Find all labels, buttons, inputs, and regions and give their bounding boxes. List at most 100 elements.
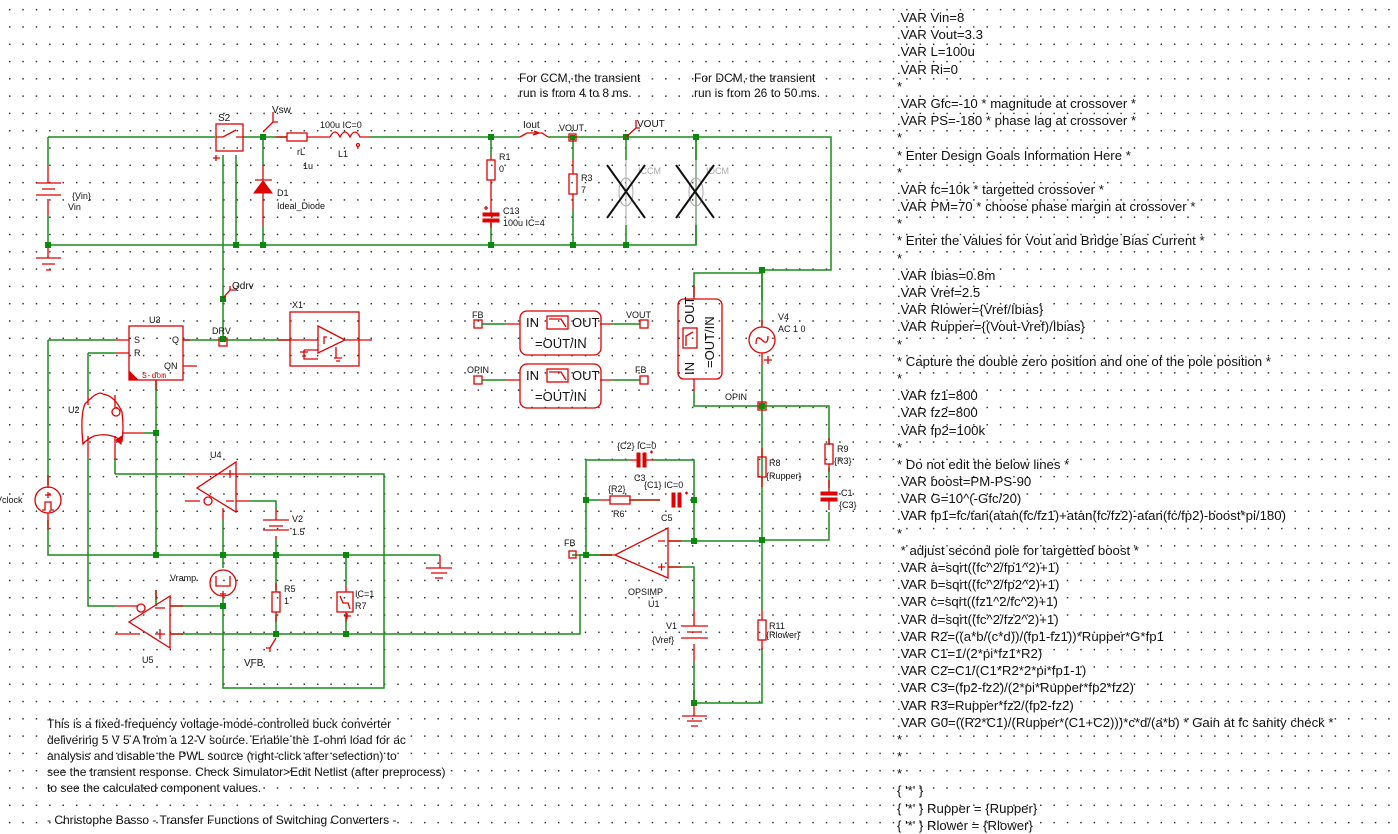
svg-text:S: S xyxy=(134,335,140,345)
netlist-directives[interactable]: .VAR Vin=8 .VAR Vout=3.3 .VAR L=100u .VAR R… xyxy=(897,9,1334,834)
vin-battery[interactable]: {Vin} Vin xyxy=(36,165,91,216)
netlist-line: .VAR C3=(fp2-fz2)/(2*pi*Rupper*fp2*fz2) xyxy=(897,680,1134,696)
junction-dots xyxy=(45,134,765,302)
netlist-line: .VAR b=sqrt((fc^2/fp2^2)+1) xyxy=(897,577,1060,593)
svg-text:V2: V2 xyxy=(292,514,303,524)
netlist-line: * xyxy=(897,749,903,765)
netlist-line: * xyxy=(897,336,903,352)
svg-text:{C2} IC=0: {C2} IC=0 xyxy=(617,441,656,451)
netlist-line: .VAR fz1=800 xyxy=(897,388,978,404)
ground-icon xyxy=(36,248,61,271)
resistor-r1[interactable]: R1 0 xyxy=(486,152,511,205)
resistor-r3[interactable]: R3 7 xyxy=(568,160,593,210)
vsw-net-label: Vsw xyxy=(262,105,292,133)
vout-probe[interactable]: VOUT xyxy=(559,123,585,142)
bode-probe-2[interactable]: IN OUT =OUT/IN OPIN FB xyxy=(467,363,649,409)
svg-text:R5: R5 xyxy=(284,584,296,594)
netlist-line: * xyxy=(897,250,903,266)
svg-text:Q: Q xyxy=(172,335,179,345)
netlist-line: { '*' } Rlower = {Rlower} xyxy=(897,817,1033,833)
svg-text:V1: V1 xyxy=(666,621,677,631)
netlist-line: .VAR Vref=2.5 xyxy=(897,285,981,300)
battery-v2[interactable]: V2 1.5 xyxy=(263,510,305,540)
netlist-line: .VAR C1=1/(2*pi*fz1*R2) xyxy=(897,645,1043,661)
comparator-u5[interactable]: U5 xyxy=(115,590,183,665)
svg-text:{C3}: {C3} xyxy=(839,500,857,510)
svg-text:U2: U2 xyxy=(68,405,80,415)
resistor-r8[interactable]: R8 {Rupper} xyxy=(757,448,802,487)
svg-text:U1: U1 xyxy=(648,599,660,609)
clock-source-vclock[interactable]: Vclock xyxy=(0,475,62,530)
vout-net-label: VOUT xyxy=(625,119,665,138)
netlist-line: * xyxy=(897,766,903,782)
netlist-line: .VAR fp1=fc/tan(atan(fc/fz1)+atan(fc/fz2… xyxy=(897,508,1286,524)
netlist-line: .VAR Rlower={Vref/Ibias} xyxy=(897,302,1044,318)
current-source-iccm-disabled[interactable]: ICCM xyxy=(606,160,661,225)
capacitor-c1[interactable]: C1 {C3} xyxy=(820,480,857,510)
driver-x1[interactable]: X1 xyxy=(278,300,372,367)
battery-v1[interactable]: V1 {Vref} xyxy=(652,610,708,703)
netlist-line: .VAR R3=Rupper*fz2/(fp2-fz2) xyxy=(897,697,1074,713)
ccm-note: For CCM, the transient run is from 4 to … xyxy=(519,71,641,100)
svg-text:100u IC=4: 100u IC=4 xyxy=(503,218,545,228)
svg-text:IN: IN xyxy=(526,315,539,330)
opin-node[interactable]: OPIN xyxy=(725,365,830,540)
svg-text:L1: L1 xyxy=(338,149,348,159)
svg-text:1.5: 1.5 xyxy=(292,527,305,537)
svg-text:OUT: OUT xyxy=(682,297,697,325)
flipflop-u3[interactable]: U3 S R Q QN S-dom xyxy=(115,315,197,390)
netlist-line: * Capture the double zero position and o… xyxy=(897,353,1271,369)
netlist-line: * Enter the Values for Vout and Bridge B… xyxy=(897,233,1205,249)
svg-text:1u: 1u xyxy=(303,161,313,171)
netlist-line: .VAR c=sqrt((fz1^2/fc^2)+1) xyxy=(897,594,1058,610)
netlist-line: .VAR boost=PM-PS-90 xyxy=(897,474,1032,490)
svg-text:OPSIMP: OPSIMP xyxy=(628,587,663,597)
netlist-line: .VAR Vout=3.3 xyxy=(897,27,983,43)
gate-u2[interactable]: U2 xyxy=(68,392,143,460)
diode-d1[interactable]: D1 Ideal_Diode xyxy=(253,165,325,225)
capacitor-c3[interactable]: {C2} IC=0 C3 xyxy=(617,441,656,483)
svg-text:IC=1: IC=1 xyxy=(355,589,374,599)
svg-text:U4: U4 xyxy=(210,450,222,460)
capacitor-c13[interactable]: C13 100u IC=4 xyxy=(482,205,545,228)
netlist-line: .VAR G=10^(-Gfc/20) xyxy=(897,491,1022,507)
current-source-idcm-disabled[interactable]: IDCM xyxy=(675,160,729,225)
netlist-line: * xyxy=(897,731,903,747)
bode-probe-1[interactable]: IN OUT =OUT/IN FB VOUT xyxy=(472,310,652,356)
svg-text:VOUT: VOUT xyxy=(559,123,585,133)
drv-probe[interactable]: DRV xyxy=(212,326,231,347)
netlist-line: { '*' } Rupper = {Rupper} xyxy=(897,800,1038,816)
iout-probe[interactable]: Iout xyxy=(519,120,549,138)
netlist-line: * xyxy=(897,370,903,386)
resistor-r11[interactable]: R11 {Rlower} xyxy=(757,610,800,650)
netlist-line: .VAR d=sqrt((fc^2/fz2^2)+1) xyxy=(897,611,1059,627)
compensator-junctions xyxy=(583,497,765,706)
netlist-line: .VAR Ri=0 xyxy=(897,61,958,77)
netlist-line: .VAR G0=((R2*C1)/(Rupper*(C1+C2)))*c*d/(… xyxy=(897,714,1334,730)
comparator-u4[interactable]: U4 xyxy=(185,450,250,520)
opamp-u1[interactable]: OPSIMP U1 xyxy=(600,526,681,609)
switch-s2[interactable]: S2 xyxy=(213,113,244,161)
svg-text:U3: U3 xyxy=(149,315,161,325)
svg-text:U5: U5 xyxy=(142,655,154,665)
resistor-r5[interactable]: R5 1 xyxy=(271,583,296,622)
resistor-r9[interactable]: R9 {R3} xyxy=(824,438,852,472)
netlist-line: .VAR PM=70 * choose phase margin at cros… xyxy=(897,199,1196,215)
ramp-source-vramp[interactable]: Vramp xyxy=(170,569,237,597)
s2-label: S2 xyxy=(218,113,231,124)
netlist-line: .VAR R2=((a*b/(c*d))/(fp1-fz1))*Rupper*G… xyxy=(897,628,1164,644)
description-note: This is a fixed-frequency voltage-mode-c… xyxy=(47,717,446,827)
inductor-l1[interactable]: 100u IC=0 L1 xyxy=(320,120,370,159)
resistor-rl[interactable]: rL 1u xyxy=(276,132,330,171)
svg-text:C1: C1 xyxy=(841,488,853,498)
element-r7[interactable]: IC=1 R7 xyxy=(336,585,374,622)
qdrv-net-label: Qdrv xyxy=(222,281,254,299)
capacitor-c5[interactable]: {C1} IC=0 C5 xyxy=(644,480,688,523)
svg-text:Qdrv: Qdrv xyxy=(232,281,254,292)
netlist-line: .VAR fc=10k * targetted crossover * xyxy=(897,181,1104,197)
netlist-line: * xyxy=(897,216,903,232)
svg-text:{Rupper}: {Rupper} xyxy=(766,471,802,481)
ac-source-v4[interactable]: V4 AC 1 0 xyxy=(748,273,806,365)
svg-text:FB: FB xyxy=(564,538,576,548)
svg-text:S-dom: S-dom xyxy=(142,372,166,381)
